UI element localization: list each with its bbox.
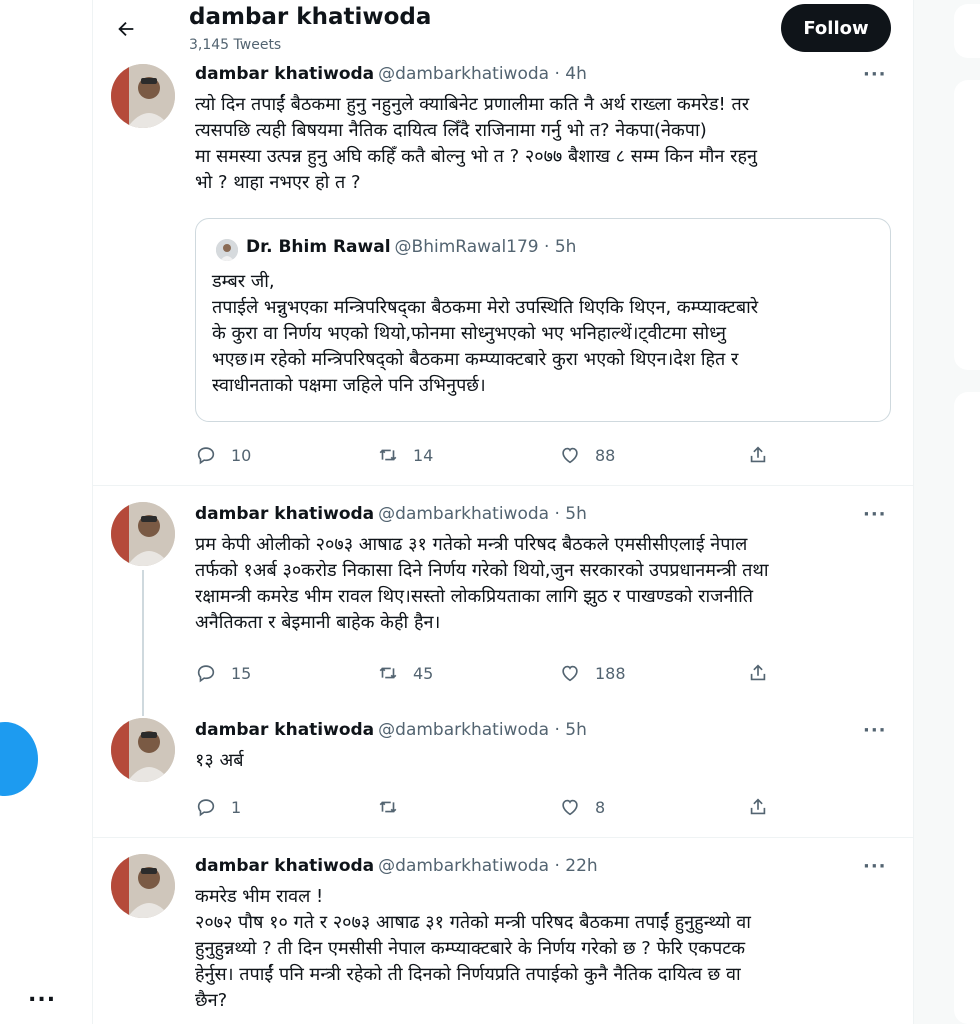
back-button[interactable] xyxy=(111,14,141,44)
tweet-actions: 10 14 88 xyxy=(195,440,895,470)
reply-count: 10 xyxy=(231,445,252,465)
search-box[interactable] xyxy=(954,4,980,58)
more-horizontal-icon[interactable]: ··· xyxy=(863,504,887,525)
quoted-avatar xyxy=(216,239,238,261)
arrow-left-icon xyxy=(118,21,134,37)
retweet-button[interactable]: 45 xyxy=(377,658,433,688)
like-button[interactable]: 88 xyxy=(559,440,615,470)
heart-icon xyxy=(562,799,578,816)
avatar[interactable] xyxy=(111,718,175,782)
tweet-text: कमरेड भीम रावल ! २०७२ पौष १० गते र २०७३ … xyxy=(195,886,751,1011)
share-button[interactable] xyxy=(747,440,783,470)
tweet[interactable]: dambar khatiwoda @dambarkhatiwoda · 22h ·… xyxy=(93,838,913,1024)
more-horizontal-icon[interactable]: ··· xyxy=(863,64,887,85)
reply-count: 15 xyxy=(231,663,252,683)
trends-panel xyxy=(954,80,980,370)
author-handle-time[interactable]: @dambarkhatiwoda · 22h xyxy=(378,856,598,876)
retweet-count: 14 xyxy=(413,445,434,465)
avatar[interactable] xyxy=(111,854,175,918)
author-name[interactable]: dambar khatiwoda xyxy=(195,504,374,524)
author-handle-time[interactable]: @dambarkhatiwoda · 4h xyxy=(378,64,587,84)
profile-header: dambar khatiwoda 3,145 Tweets Follow xyxy=(93,0,913,58)
thread-connector xyxy=(142,570,144,716)
share-icon xyxy=(750,664,766,681)
share-button[interactable] xyxy=(747,658,783,688)
heart-icon xyxy=(562,447,578,464)
quoted-tweet-text: डम्बर जी, तपाईले भन्नुभएका मन्त्रिपरिषद्… xyxy=(212,271,759,396)
retweet-count: 45 xyxy=(413,663,434,683)
tweet[interactable]: dambar khatiwoda @dambarkhatiwoda · 5h ··… xyxy=(93,702,913,838)
retweet-button[interactable] xyxy=(377,792,413,822)
tweet-actions: 15 45 188 xyxy=(195,658,895,688)
like-count: 8 xyxy=(595,797,606,817)
tweet-count: 3,145 Tweets xyxy=(189,37,282,53)
avatar[interactable] xyxy=(111,502,175,566)
retweet-button[interactable]: 14 xyxy=(377,440,433,470)
profile-name: dambar khatiwoda xyxy=(189,4,432,30)
like-count: 188 xyxy=(595,663,626,683)
quoted-author-handle-time: @BhimRawal179 · 5h xyxy=(394,237,577,257)
share-icon xyxy=(750,446,766,463)
tweet-text: त्यो दिन तपाईं बैठकमा हुनु नहुनुले क्याब… xyxy=(195,94,758,193)
more-horizontal-icon[interactable]: ··· xyxy=(863,720,887,741)
main-timeline: dambar khatiwoda 3,145 Tweets Follow dam… xyxy=(92,0,914,1024)
compose-tweet-button[interactable] xyxy=(0,722,38,796)
like-count: 88 xyxy=(595,445,616,465)
share-button[interactable] xyxy=(747,792,783,822)
avatar[interactable] xyxy=(111,64,175,128)
tweet[interactable]: dambar khatiwoda @dambarkhatiwoda · 4h ··… xyxy=(93,58,913,486)
reply-button[interactable]: 1 xyxy=(195,792,241,822)
heart-icon xyxy=(562,665,578,682)
reply-icon xyxy=(197,799,215,817)
retweet-icon xyxy=(379,449,397,461)
author-handle-time[interactable]: @dambarkhatiwoda · 5h xyxy=(378,720,587,740)
quoted-author-name: Dr. Bhim Rawal xyxy=(246,237,391,257)
author-handle-time[interactable]: @dambarkhatiwoda · 5h xyxy=(378,504,587,524)
reply-count: 1 xyxy=(231,797,242,817)
follow-button[interactable]: Follow xyxy=(781,4,891,52)
right-sidebar xyxy=(914,0,980,1024)
share-icon xyxy=(750,798,766,815)
retweet-icon xyxy=(379,801,397,813)
tweet[interactable]: dambar khatiwoda @dambarkhatiwoda · 5h ··… xyxy=(93,486,913,716)
tweet-text: १३ अर्ब xyxy=(195,750,244,771)
reply-icon xyxy=(197,447,215,465)
more-horizontal-icon[interactable]: ··· xyxy=(863,856,887,877)
reply-button[interactable]: 15 xyxy=(195,658,251,688)
quoted-tweet[interactable]: Dr. Bhim Rawal @BhimRawal179 · 5h डम्बर ज… xyxy=(195,218,891,422)
author-name[interactable]: dambar khatiwoda xyxy=(195,720,374,740)
who-to-follow-panel xyxy=(954,392,980,1024)
tweet-actions: 1 8 xyxy=(195,792,895,822)
author-name[interactable]: dambar khatiwoda xyxy=(195,64,374,84)
author-name[interactable]: dambar khatiwoda xyxy=(195,856,374,876)
reply-icon xyxy=(197,665,215,683)
more-menu-button[interactable]: ... xyxy=(28,982,56,1007)
like-button[interactable]: 188 xyxy=(559,658,626,688)
left-navigation-rail: ... xyxy=(0,0,92,1024)
like-button[interactable]: 8 xyxy=(559,792,605,822)
tweet-text: प्रम केपी ओलीको २०७३ आषाढ ३१ गतेको मन्त्… xyxy=(195,534,769,633)
retweet-icon xyxy=(379,667,397,679)
reply-button[interactable]: 10 xyxy=(195,440,251,470)
